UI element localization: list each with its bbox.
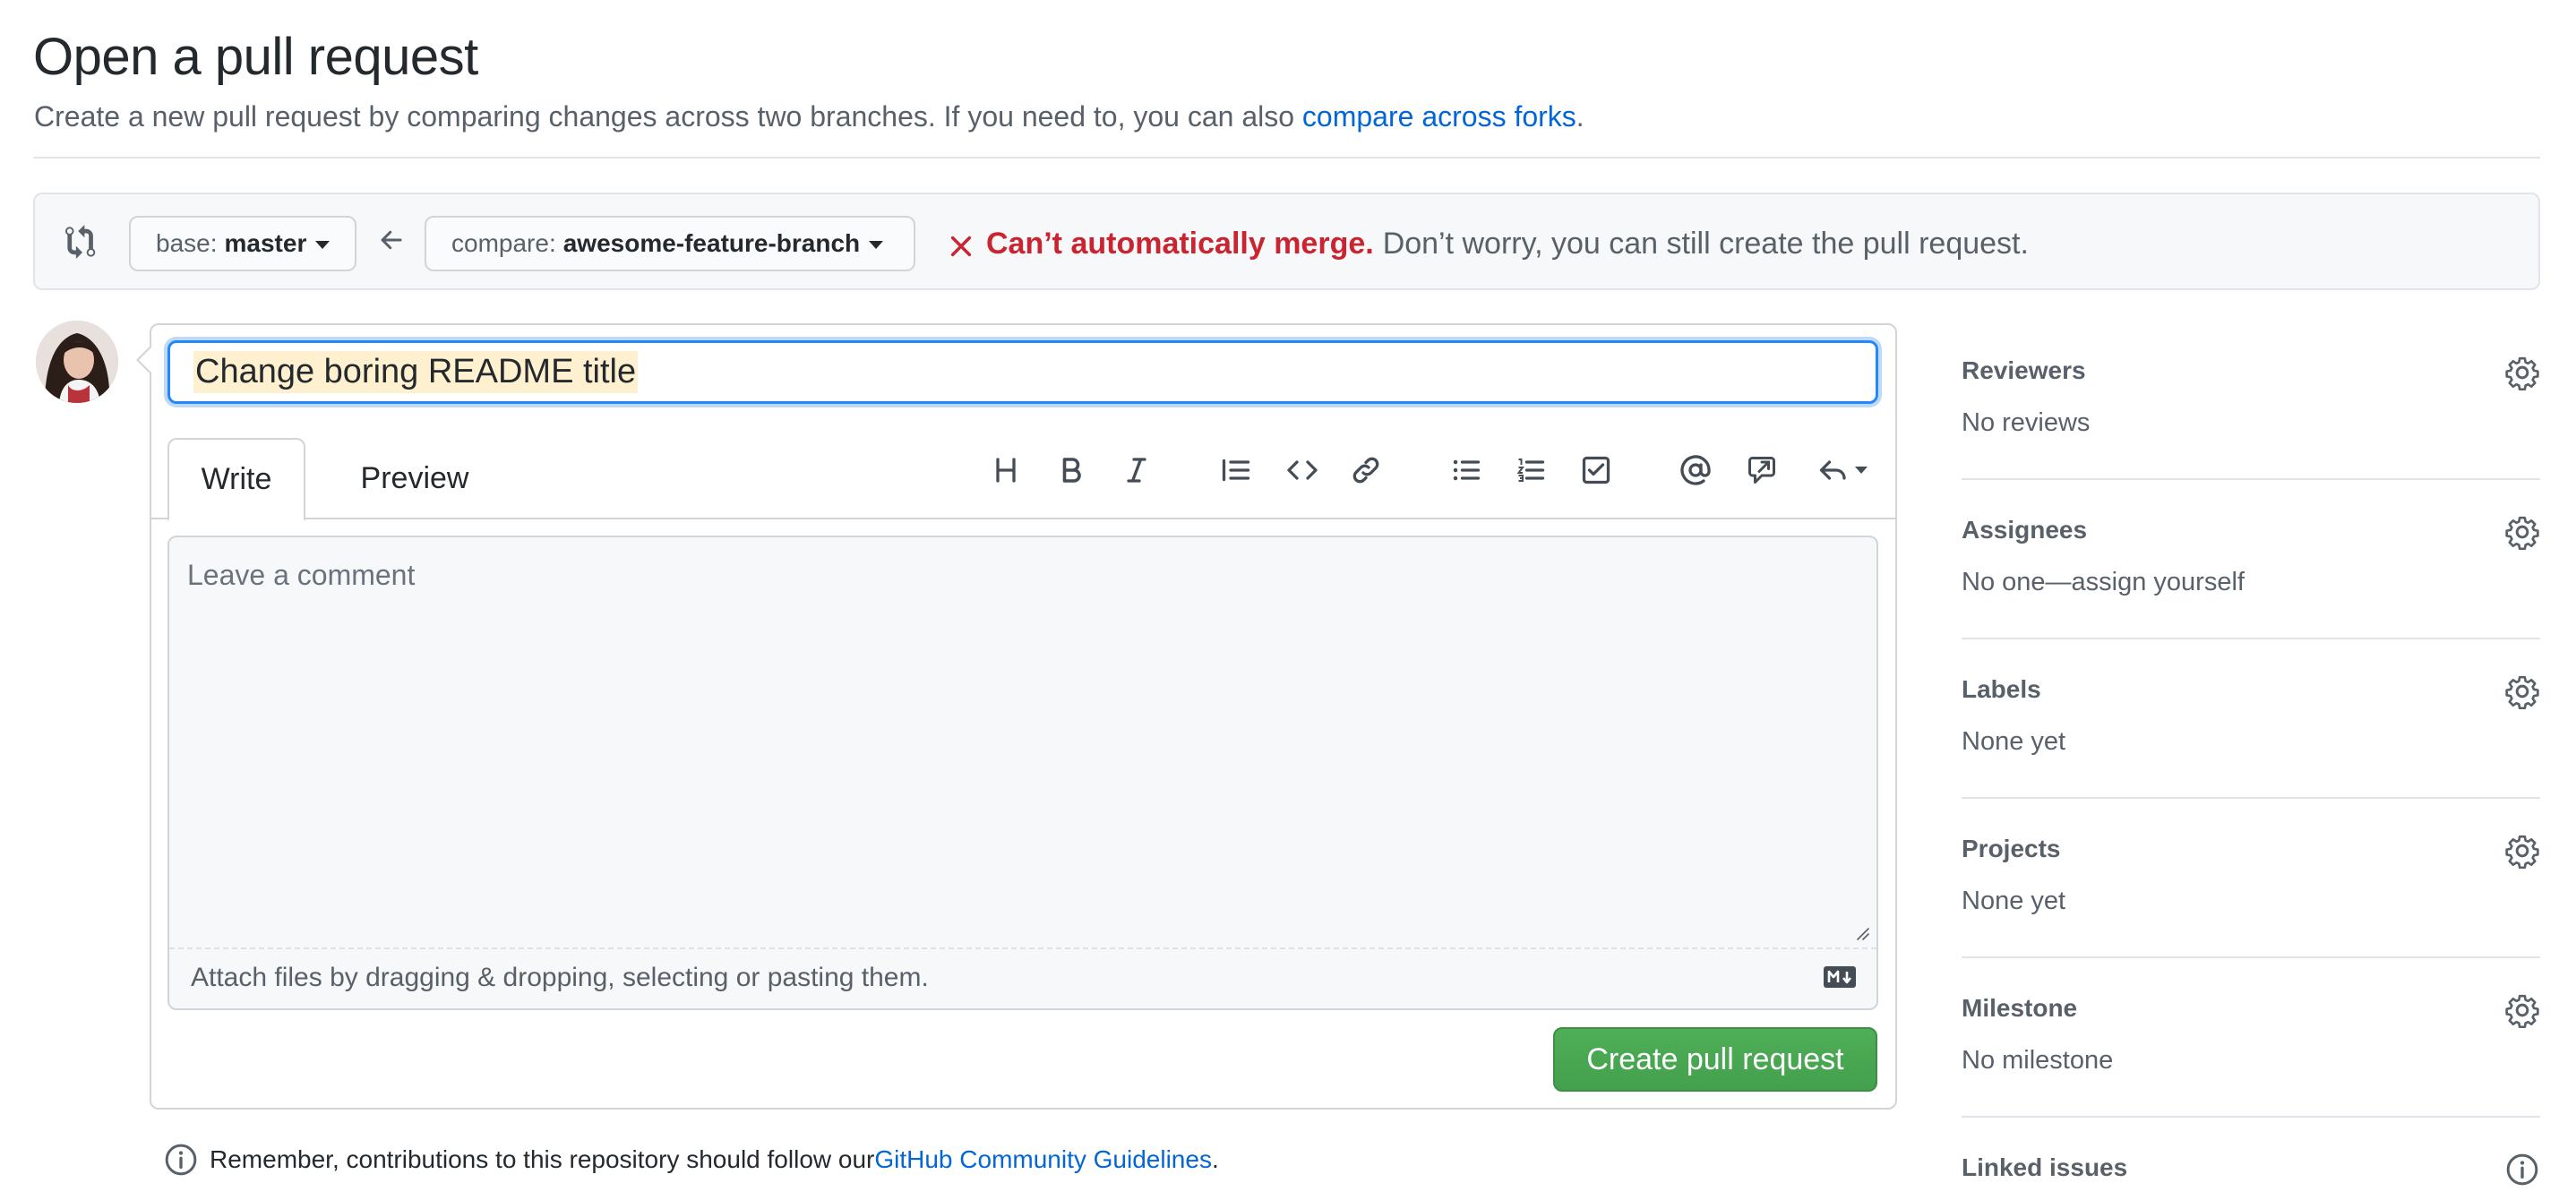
bold-icon[interactable] bbox=[1052, 450, 1091, 490]
info-icon bbox=[163, 1142, 199, 1178]
reply-icon[interactable] bbox=[1811, 450, 1874, 490]
comment-placeholder: Leave a comment bbox=[187, 559, 416, 591]
sidebar-milestone: Milestone No milestone bbox=[1962, 958, 2540, 1118]
tab-write[interactable]: Write bbox=[167, 438, 305, 521]
page-subtitle: Create a new pull request by comparing c… bbox=[34, 100, 1584, 133]
heading-icon[interactable] bbox=[986, 450, 1026, 490]
sidebar-item-label[interactable]: Labels bbox=[1962, 675, 2041, 704]
subtitle-text: Create a new pull request by comparing c… bbox=[34, 100, 1302, 133]
arrow-left-icon bbox=[378, 227, 405, 253]
compare-branch-select[interactable]: compare: awesome-feature-branch bbox=[425, 216, 915, 271]
caret-down-icon bbox=[1855, 467, 1868, 474]
note-text: Remember, contributions to this reposito… bbox=[210, 1145, 875, 1173]
avatar[interactable] bbox=[36, 321, 118, 403]
comment-box: Leave a comment Attach files by dragging… bbox=[167, 536, 1878, 1010]
sidebar-labels: Labels None yet bbox=[1962, 639, 2540, 799]
caret-down-icon bbox=[315, 240, 331, 249]
compare-across-forks-link[interactable]: compare across forks bbox=[1302, 100, 1576, 133]
resize-handle-icon[interactable] bbox=[1853, 924, 1869, 940]
merge-status: Can’t automatically merge. Don’t worry, … bbox=[949, 227, 2029, 261]
comment-textarea[interactable]: Leave a comment bbox=[169, 537, 1876, 949]
sidebar-item-value: None yet bbox=[1962, 727, 2066, 756]
gear-icon[interactable] bbox=[2504, 992, 2540, 1029]
base-prefix: base: bbox=[156, 229, 218, 257]
sidebar-assignees: Assignees No one—assign yourself bbox=[1962, 480, 2540, 639]
sidebar-item-value: No reviews bbox=[1962, 408, 2091, 437]
pr-title-value: Change boring README title bbox=[193, 351, 639, 393]
info-icon[interactable] bbox=[2504, 1152, 2540, 1187]
compare-prefix: compare: bbox=[451, 229, 556, 257]
x-icon bbox=[949, 232, 974, 257]
cross-reference-icon[interactable] bbox=[1742, 450, 1782, 490]
sidebar-item-label[interactable]: Projects bbox=[1962, 835, 2061, 863]
composer-pointer-inner bbox=[139, 347, 151, 373]
italic-icon[interactable] bbox=[1117, 450, 1156, 490]
bulleted-list-icon[interactable] bbox=[1447, 450, 1486, 490]
git-compare-icon bbox=[65, 225, 99, 259]
gear-icon[interactable] bbox=[2504, 514, 2540, 551]
merge-message-text: Don’t worry, you can still create the pu… bbox=[1382, 227, 2029, 261]
sidebar-projects: Projects None yet bbox=[1962, 799, 2540, 958]
sidebar-item-value: None yet bbox=[1962, 887, 2066, 915]
sidebar-item-value: No milestone bbox=[1962, 1046, 2114, 1075]
base-branch-select[interactable]: base: master bbox=[129, 216, 356, 271]
link-icon[interactable] bbox=[1346, 450, 1386, 490]
pr-title-input[interactable]: Change boring README title bbox=[167, 340, 1878, 404]
task-list-icon[interactable] bbox=[1576, 450, 1616, 490]
sidebar-reviewers: Reviewers No reviews bbox=[1962, 321, 2540, 480]
branch-compare-bar: base: master compare: awesome-feature-br… bbox=[33, 193, 2540, 290]
sidebar-item-label: Linked issues bbox=[1962, 1153, 2128, 1181]
base-branch-name: master bbox=[224, 229, 307, 257]
compare-branch-name: awesome-feature-branch bbox=[562, 229, 861, 257]
subtitle-suffix: . bbox=[1576, 100, 1584, 133]
create-pull-request-button[interactable]: Create pull request bbox=[1553, 1027, 1877, 1092]
page-title: Open a pull request bbox=[33, 28, 478, 86]
code-icon[interactable] bbox=[1283, 450, 1322, 490]
header-divider bbox=[33, 157, 2540, 159]
quote-icon[interactable] bbox=[1216, 450, 1256, 490]
gear-icon[interactable] bbox=[2504, 355, 2540, 391]
sidebar-item-label[interactable]: Assignees bbox=[1962, 516, 2087, 544]
sidebar-item-label[interactable]: Reviewers bbox=[1962, 356, 2086, 385]
gear-icon[interactable] bbox=[2504, 833, 2540, 870]
sidebar-linked-issues: Linked issues bbox=[1962, 1118, 2540, 1200]
attach-files-text[interactable]: Attach files by dragging & dropping, sel… bbox=[191, 963, 929, 993]
markdown-icon[interactable] bbox=[1823, 965, 1857, 989]
numbered-list-icon[interactable] bbox=[1511, 450, 1550, 490]
community-guidelines-link[interactable]: GitHub Community Guidelines bbox=[874, 1145, 1212, 1174]
sidebar-item-label[interactable]: Milestone bbox=[1962, 994, 2077, 1023]
tab-preview[interactable]: Preview bbox=[334, 438, 495, 519]
note-suffix: . bbox=[1211, 1145, 1219, 1173]
merge-error-text: Can’t automatically merge. bbox=[986, 227, 1374, 261]
caret-down-icon bbox=[869, 240, 884, 249]
mention-icon[interactable] bbox=[1676, 450, 1715, 490]
gear-icon[interactable] bbox=[2504, 673, 2540, 710]
contribution-guidelines-note: Remember, contributions to this reposito… bbox=[163, 1142, 1219, 1178]
sidebar-item-value[interactable]: No one—assign yourself bbox=[1962, 568, 2245, 597]
